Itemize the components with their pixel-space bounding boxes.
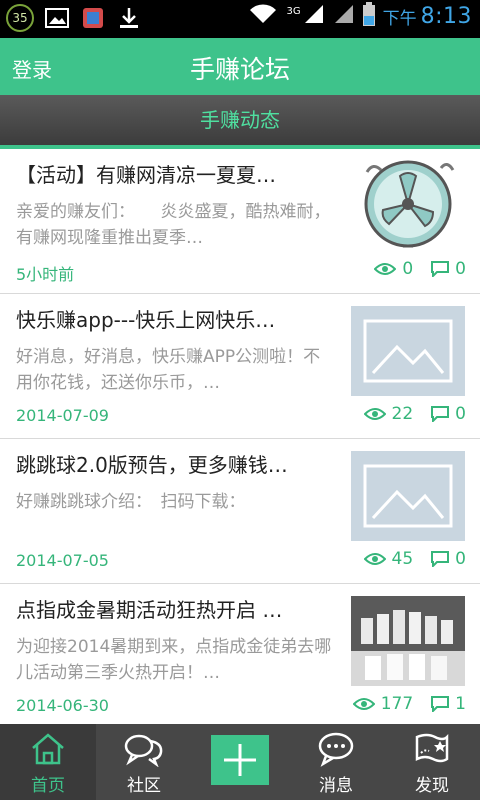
view-count: 0: [402, 259, 414, 279]
tab-messages[interactable]: 消息: [288, 724, 384, 800]
eye-icon: [363, 553, 386, 565]
bottom-tab-bar: 首页 社区 消息 发现: [0, 724, 480, 800]
phone-display-photo-icon: [351, 596, 465, 686]
image-placeholder-icon: [363, 319, 453, 383]
tab-label: 消息: [319, 776, 353, 796]
status-ampm: 下午: [382, 8, 417, 29]
post-date: 2014-07-09: [16, 406, 109, 425]
fan-icon: [364, 160, 455, 248]
tab-community[interactable]: 社区: [96, 724, 192, 800]
post-stats: 177 1: [352, 694, 466, 714]
download-icon: [116, 5, 142, 31]
eye-icon: [374, 263, 397, 275]
tab-post[interactable]: [192, 724, 288, 800]
signal-icon: [303, 3, 325, 29]
status-bar: 35 3G 下午 8:13: [0, 0, 480, 38]
comment-count: 0: [455, 404, 466, 424]
create-post-button[interactable]: [211, 735, 269, 785]
tab-label: 社区: [127, 776, 161, 796]
post-description: 亲爱的赚友们： 炎炎盛夏，酷热难耐，有赚网现隆重推出夏季…: [16, 202, 331, 248]
map-flag-icon: [415, 733, 449, 763]
network-type-label: 3G: [286, 5, 301, 17]
tab-label: 发现: [415, 776, 449, 796]
post-list: 【活动】有赚网清凉一夏夏… 亲爱的赚友们： 炎炎盛夏，酷热难耐，有赚网现隆重推出…: [0, 149, 480, 729]
post-date: 2014-06-30: [16, 696, 109, 715]
tab-discover[interactable]: 发现: [384, 724, 480, 800]
image-placeholder-icon: [363, 464, 453, 528]
message-icon: [318, 732, 354, 767]
list-item[interactable]: 快乐赚app---快乐上网快乐… 好消息，好消息，快乐赚APP公测啦！不用你花钱…: [0, 294, 480, 439]
status-left: 35: [6, 4, 142, 32]
tab-home[interactable]: 首页: [0, 724, 96, 800]
page-title: 手赚论坛: [189, 55, 290, 84]
post-stats: 22 0: [363, 404, 466, 424]
view-count: 45: [391, 549, 414, 569]
post-title: 快乐赚app---快乐上网快乐…: [16, 308, 276, 332]
comment-count: 1: [455, 694, 466, 714]
view-count: 22: [391, 404, 414, 424]
app-store-icon: [80, 5, 106, 31]
comment-icon: [431, 696, 450, 712]
eye-icon: [363, 408, 386, 420]
comment-count: 0: [455, 259, 466, 279]
post-date: 2014-07-05: [16, 551, 109, 570]
notification-badge: 35: [6, 4, 34, 32]
post-thumbnail: [351, 596, 465, 686]
list-item[interactable]: 点指成金暑期活动狂热开启 … 为迎接2014暑期到来，点指成金徒弟去哪儿活动第三…: [0, 584, 480, 729]
home-icon: [32, 733, 64, 765]
post-title: 跳跳球2.0版预告，更多赚钱…: [16, 453, 288, 477]
wifi-icon: [248, 3, 278, 29]
comment-icon: [431, 406, 450, 422]
status-right: 3G 下午 8:13: [248, 2, 472, 30]
post-description: 为迎接2014暑期到来，点指成金徒弟去哪儿活动第三季火热开启！…: [16, 637, 332, 683]
comment-icon: [431, 551, 450, 567]
section-header: 手赚动态: [0, 95, 480, 145]
post-stats: 45 0: [363, 549, 466, 569]
image-icon: [44, 5, 70, 31]
list-item[interactable]: 跳跳球2.0版预告，更多赚钱… 好赚跳跳球介绍： 扫码下载： 2014-07-0…: [0, 439, 480, 584]
status-time: 8:13: [420, 3, 472, 29]
post-thumbnail: [351, 306, 465, 396]
post-title: 点指成金暑期活动狂热开启 …: [16, 598, 283, 622]
post-date: 5小时前: [16, 265, 75, 284]
view-count: 177: [380, 694, 414, 714]
tab-label: 首页: [31, 776, 65, 796]
comment-icon: [431, 261, 450, 277]
section-title: 手赚动态: [200, 108, 280, 132]
post-thumbnail: [351, 451, 465, 541]
post-title: 【活动】有赚网清凉一夏夏…: [16, 163, 276, 187]
chat-bubbles-icon: [124, 734, 163, 767]
plus-icon: [224, 744, 256, 776]
signal-2-icon: [333, 3, 355, 29]
list-item[interactable]: 【活动】有赚网清凉一夏夏… 亲爱的赚友们： 炎炎盛夏，酷热难耐，有赚网现隆重推出…: [0, 149, 480, 294]
post-stats: 0 0: [374, 259, 466, 279]
battery-icon: [362, 2, 375, 30]
app-header: 登录 手赚论坛: [0, 38, 480, 95]
eye-icon: [352, 698, 375, 710]
post-description: 好赚跳跳球介绍： 扫码下载：: [16, 492, 246, 512]
post-description: 好消息，好消息，快乐赚APP公测啦！不用你花钱，还送你乐币，…: [16, 347, 321, 393]
comment-count: 0: [455, 549, 466, 569]
post-thumbnail: [351, 160, 465, 251]
